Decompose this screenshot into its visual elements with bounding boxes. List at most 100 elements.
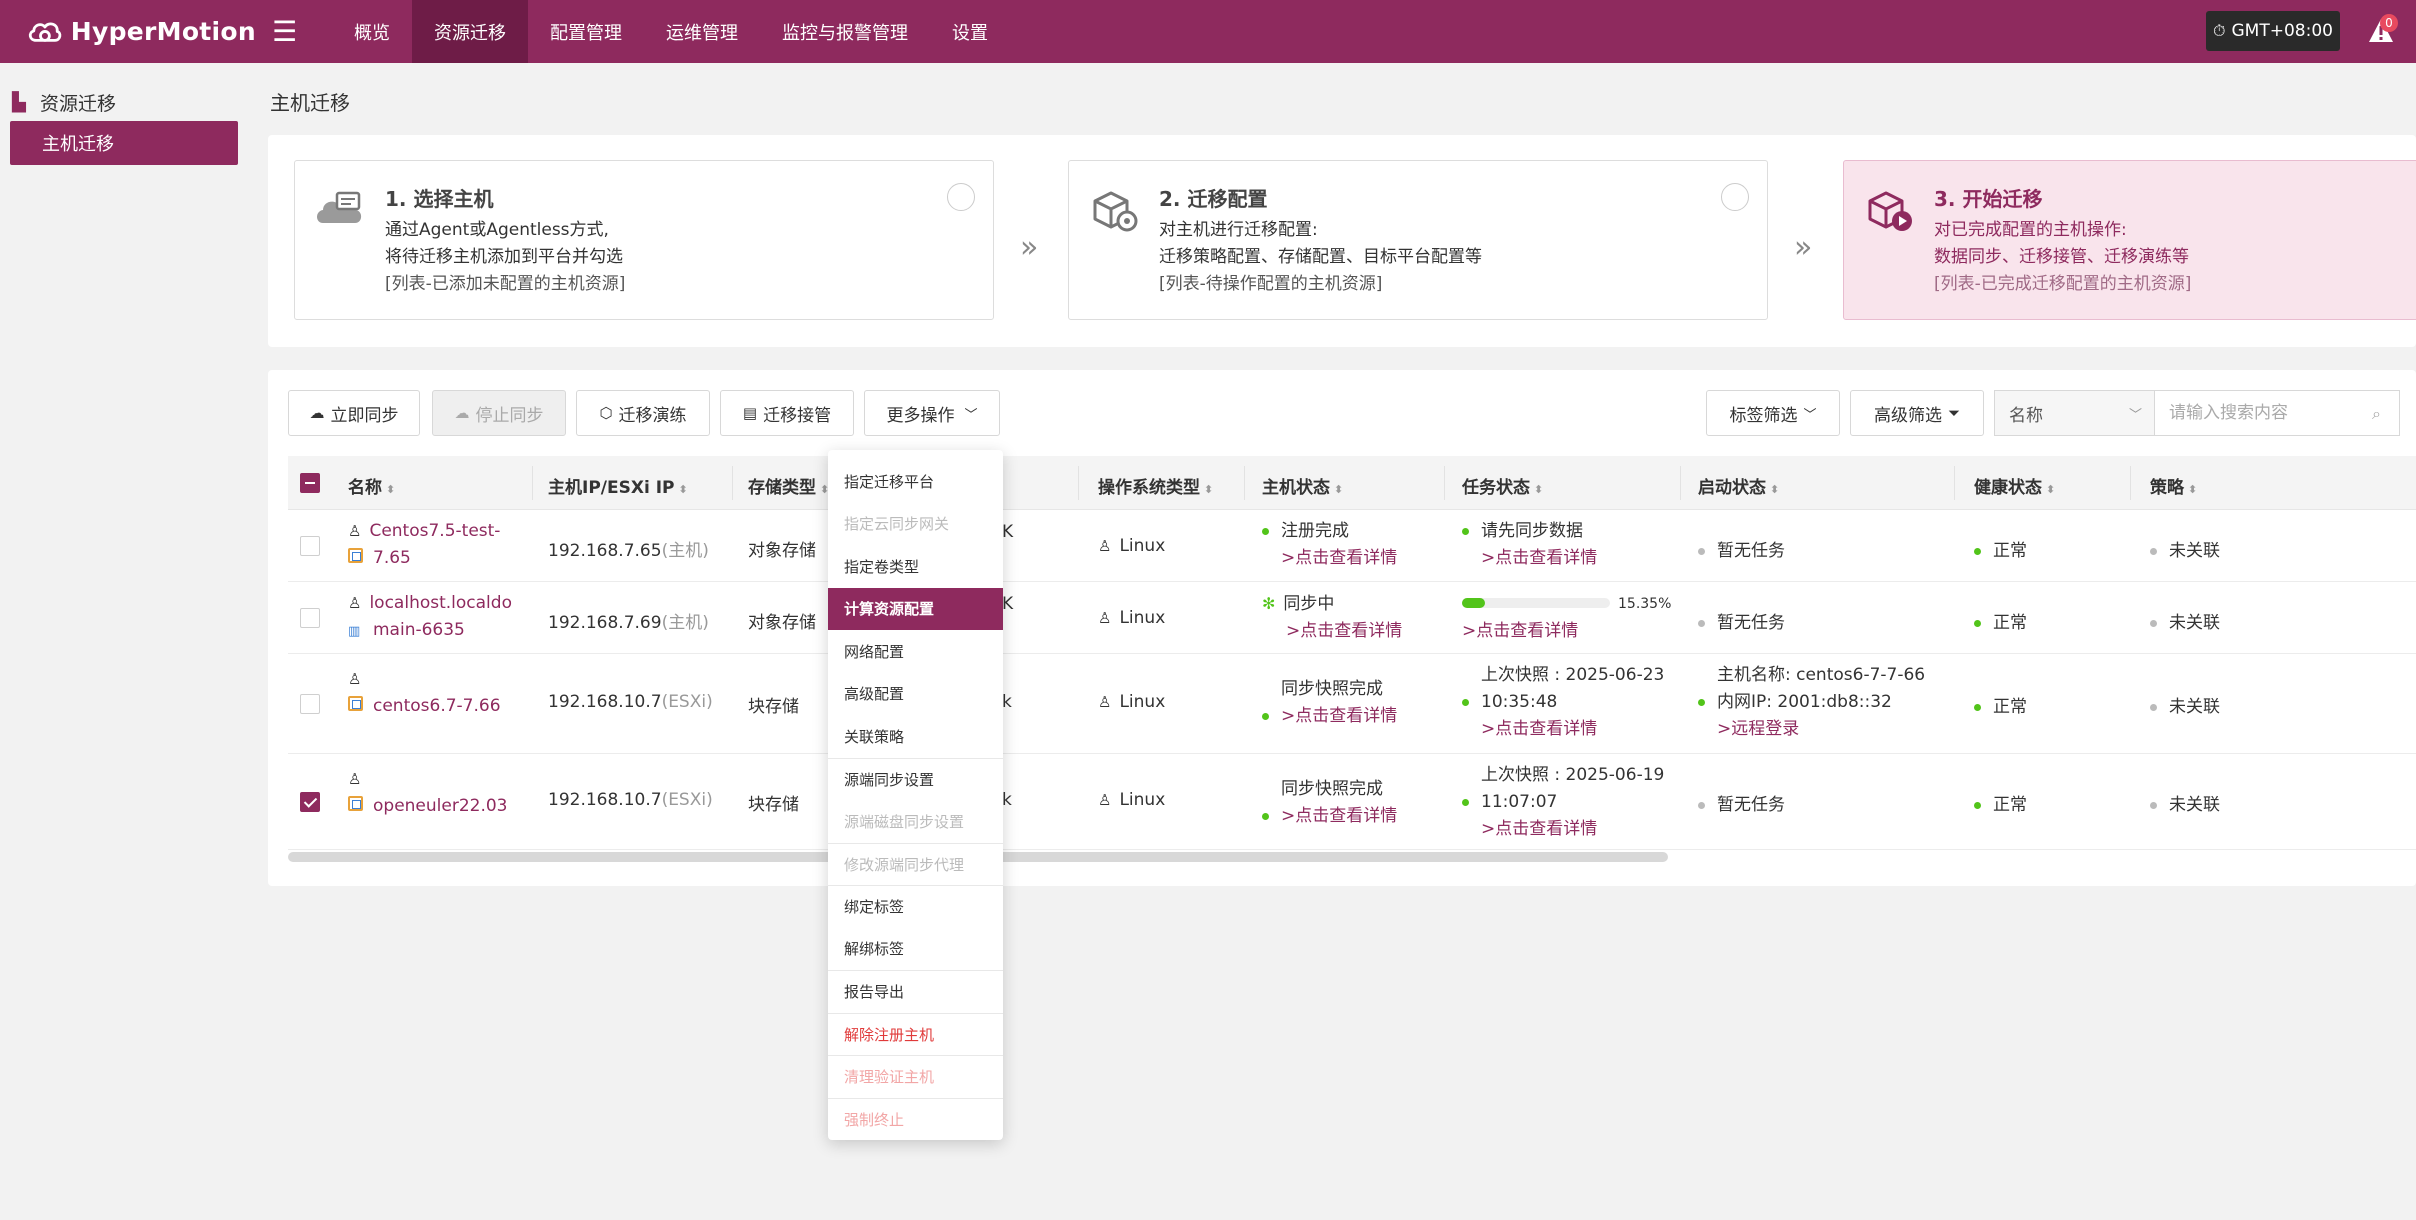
task-details-link[interactable]: >点击查看详情 (1462, 545, 1597, 572)
remote-login-link[interactable]: >远程登录 (1698, 716, 1925, 743)
col-name[interactable]: 名称 ⬍ (348, 473, 395, 498)
nav-overview[interactable]: 概览 (332, 0, 412, 63)
task-status-cell: 上次快照 : 2025-06-19 11:07:07 >点击查看详情 (1462, 762, 1664, 843)
chevron-down-icon: ﹀ (964, 407, 978, 423)
server-icon: ▤ (742, 404, 758, 422)
dropdown-item[interactable]: 源端同步设置 (828, 757, 1003, 801)
search-field-select[interactable]: 名称 ﹀ (1994, 390, 2154, 436)
table-row[interactable]: ♙ centos6.7-7.66 192.168.10.7(ESXi) 块存储 … (288, 654, 2416, 754)
more-actions-button[interactable]: 更多操作 ﹀ (864, 390, 1000, 436)
host-details-link[interactable]: >点击查看详情 (1281, 806, 1397, 826)
table-row[interactable]: ♙ Centos7.5-test- 7.65 192.168.7.65(主机) 对… (288, 510, 2416, 582)
dropdown-item[interactable]: 指定迁移平台 (828, 460, 1003, 503)
col-health-status[interactable]: 健康状态 ⬍ (1974, 473, 2055, 498)
col-ip[interactable]: 主机IP/ESXi IP ⬍ (548, 473, 688, 498)
linux-icon: ♙ (348, 770, 362, 788)
status-dot (2150, 619, 2157, 627)
task-details-link[interactable]: >点击查看详情 (1462, 816, 1664, 843)
nav-settings[interactable]: 设置 (930, 0, 1010, 63)
host-details-link[interactable]: >点击查看详情 (1281, 706, 1397, 726)
table-row[interactable]: ♙ openeuler22.03 192.168.10.7(ESXi) 块存储 … (288, 754, 2416, 850)
status-dot (2150, 703, 2157, 711)
nav-resource-migration[interactable]: 资源迁移 (412, 0, 528, 63)
dropdown-item[interactable]: 解绑标签 (828, 928, 1003, 971)
task-status-cell: 上次快照 : 2025-06-23 10:35:48 >点击查看详情 (1462, 662, 1664, 743)
nav-ops-management[interactable]: 运维管理 (644, 0, 760, 63)
host-ip-cell: 192.168.7.69(主机) (548, 613, 709, 633)
dropdown-item[interactable]: 绑定标签 (828, 885, 1003, 928)
advanced-filter-button[interactable]: 高级筛选 ⏷ (1850, 390, 1984, 436)
status-dot (2150, 547, 2157, 555)
cloud-sync-icon: ☁ (309, 404, 325, 422)
dropdown-item[interactable]: 高级配置 (828, 673, 1003, 716)
migration-takeover-label: 迁移接管 (763, 405, 832, 426)
sidebar-group-resource-migration[interactable]: ▙ 资源迁移 (12, 87, 240, 117)
col-storage[interactable]: 存储类型 ⬍ (748, 473, 829, 498)
policy-cell: 未关联 (2150, 790, 2220, 815)
select-all-checkbox[interactable] (300, 473, 320, 493)
sync-now-button[interactable]: ☁ 立即同步 (288, 390, 420, 436)
host-name-cell[interactable]: ♙ Centos7.5-test- 7.65 (348, 518, 500, 572)
dropdown-item[interactable]: 解除注册主机 (828, 1012, 1003, 1056)
host-name-cell[interactable]: ♙ localhost.localdo ▥ main-6635 (348, 590, 512, 644)
migration-takeover-button[interactable]: ▤ 迁移接管 (720, 390, 854, 436)
dropdown-item[interactable]: 指定卷类型 (828, 545, 1003, 588)
dropdown-item[interactable]: 关联策略 (828, 715, 1003, 758)
app-name: HyperMotion (70, 17, 256, 46)
step-title: 3. 开始迁移 (1934, 187, 2043, 211)
status-dot (1974, 703, 1981, 711)
status-dot (1974, 547, 1981, 555)
step-select-host[interactable]: 1. 选择主机 通过Agent或Agentless方式, 将待迁移主机添加到平台… (294, 160, 994, 320)
host-name-cell[interactable]: ♙ openeuler22.03 (348, 766, 508, 820)
stop-sync-button[interactable]: ☁ 停止同步 (432, 390, 566, 436)
linux-icon: ♙ (1098, 791, 1112, 809)
tag-filter-label: 标签筛选 (1729, 405, 1798, 426)
row-checkbox[interactable] (300, 536, 320, 556)
col-policy[interactable]: 策略 ⬍ (2150, 473, 2197, 498)
nav-config-management[interactable]: 配置管理 (528, 0, 644, 63)
search-input[interactable] (2154, 390, 2400, 436)
table-row[interactable]: ♙ localhost.localdo ▥ main-6635 192.168.7.… (288, 582, 2416, 654)
dropdown-item[interactable]: 报告导出 (828, 970, 1003, 1013)
dropdown-item[interactable]: 清理验证主机 (828, 1055, 1003, 1098)
row-checkbox[interactable] (300, 694, 320, 714)
dropdown-item[interactable]: 源端磁盘同步设置 (828, 800, 1003, 843)
nav-monitoring-alerts[interactable]: 监控与报警管理 (760, 0, 930, 63)
os-type-cell: ♙ Linux (1098, 692, 1166, 712)
host-details-link[interactable]: >点击查看详情 (1262, 618, 1402, 645)
migration-drill-button[interactable]: ⬡ 迁移演练 (576, 390, 710, 436)
step-desc-line: 对已完成配置的主机操作: (1934, 220, 2127, 240)
step-start-migration[interactable]: 3. 开始迁移 对已完成配置的主机操作: 数据同步、迁移接管、迁移演练等 [列表… (1843, 160, 2416, 320)
storage-type-overflow: K (1002, 522, 1014, 542)
step-radio[interactable] (947, 183, 975, 211)
bare-metal-icon: ▥ (348, 624, 361, 639)
col-host-status[interactable]: 主机状态 ⬍ (1262, 473, 1343, 498)
task-details-link[interactable]: >点击查看详情 (1462, 618, 1671, 645)
step-title: 2. 迁移配置 (1159, 187, 1268, 211)
step-radio[interactable] (1721, 183, 1749, 211)
step-migration-config[interactable]: 2. 迁移配置 对主机进行迁移配置: 迁移策略配置、存储配置、目标平台配置等 [… (1068, 160, 1768, 320)
sidebar-item-host-migration[interactable]: 主机迁移 (10, 121, 238, 165)
tag-filter-button[interactable]: 标签筛选 ﹀ (1706, 390, 1840, 436)
double-chevron-right-icon: » (1020, 230, 1039, 265)
host-details-link[interactable]: >点击查看详情 (1262, 545, 1397, 572)
col-boot-status[interactable]: 启动状态 ⬍ (1698, 473, 1779, 498)
dropdown-item[interactable]: 指定云同步网关 (828, 503, 1003, 546)
dropdown-item[interactable]: 修改源端同步代理 (828, 842, 1003, 886)
dropdown-item[interactable]: 强制终止 (828, 1097, 1003, 1141)
row-checkbox[interactable] (300, 608, 320, 628)
status-dot (1262, 712, 1269, 720)
row-checkbox[interactable] (300, 792, 320, 812)
host-name-cell[interactable]: ♙ centos6.7-7.66 (348, 666, 501, 720)
task-details-link[interactable]: >点击查看详情 (1462, 716, 1664, 743)
os-type-cell: ♙ Linux (1098, 608, 1166, 628)
menu-toggle-icon[interactable]: ☰ (272, 15, 322, 48)
col-task-status[interactable]: 任务状态 ⬍ (1462, 473, 1543, 498)
step-desc-line: 将待迁移主机添加到平台并勾选 (385, 247, 623, 267)
app-logo[interactable]: HyperMotion (26, 7, 256, 57)
col-os[interactable]: 操作系统类型 ⬍ (1098, 473, 1213, 498)
os-type-cell: ♙ Linux (1098, 536, 1166, 556)
timezone-display[interactable]: ⏱ GMT+08:00 (2206, 11, 2340, 51)
dropdown-item[interactable]: 计算资源配置 (828, 587, 1003, 630)
dropdown-item[interactable]: 网络配置 (828, 630, 1003, 673)
